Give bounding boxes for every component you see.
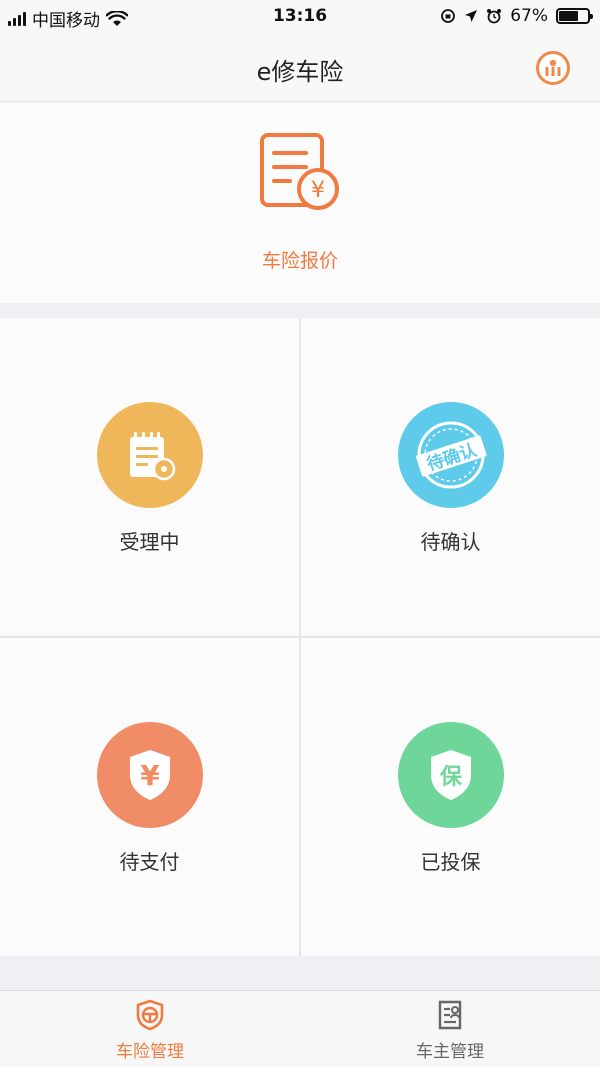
rotation-lock-icon (441, 9, 456, 23)
tab-car-owner-label: 车主管理 (416, 1042, 484, 1062)
battery-fill (559, 11, 578, 21)
grid-item-insured[interactable]: 保 已投保 (301, 638, 600, 956)
nav-bar: e修车险 (0, 34, 600, 102)
stats-button[interactable] (536, 51, 570, 85)
svg-text:¥: ¥ (140, 759, 160, 792)
tab-car-insurance[interactable]: 车险管理 (0, 991, 300, 1067)
status-bar: 中国移动 13:16 67% (0, 0, 600, 34)
chart-circle-icon (545, 59, 561, 76)
status-right: 67% (440, 6, 593, 26)
content-strip (0, 956, 600, 990)
quote-document-yen-icon: ¥ (260, 133, 339, 210)
yen-shield-icon: ¥ (130, 750, 170, 800)
processing-label: 受理中 (119, 530, 180, 554)
battery-icon (556, 8, 593, 24)
notepad-icon (130, 432, 176, 481)
insured-label: 已投保 (420, 850, 481, 874)
processing-icon-circle (97, 402, 203, 508)
insured-icon-circle: 保 (398, 722, 504, 828)
pending-confirm-label: 待确认 (420, 530, 481, 554)
quote-label: 车险报价 (261, 250, 338, 272)
tab-car-owner[interactable]: 车主管理 (300, 991, 600, 1067)
grid-item-processing[interactable]: 受理中 (0, 318, 299, 636)
pending-payment-label: 待支付 (119, 850, 180, 874)
battery-percent: 67% (510, 6, 548, 26)
grid-item-pending-payment[interactable]: ¥ 待支付 (0, 638, 299, 956)
page-title: e修车险 (256, 58, 344, 86)
car-insurance-shield-icon (136, 999, 164, 1031)
svg-text:¥: ¥ (311, 178, 325, 203)
owner-card-icon (438, 1000, 462, 1030)
pending-confirm-icon-circle: 待确认 (398, 402, 504, 508)
insured-shield-icon: 保 (431, 750, 471, 800)
tab-bar: 车险管理 车主管理 (0, 990, 600, 1067)
status-grid: 受理中 待确认 待确认 ¥ 待支付 保 已投保 (0, 318, 600, 956)
tab-car-insurance-label: 车险管理 (116, 1042, 184, 1062)
pending-stamp-icon: 待确认 (416, 421, 487, 489)
alarm-icon (487, 9, 502, 24)
pending-payment-icon-circle: ¥ (97, 722, 203, 828)
grid-item-pending-confirm[interactable]: 待确认 待确认 (301, 318, 600, 636)
quote-section[interactable]: ¥ 车险报价 (0, 103, 600, 303)
shield-text: 保 (439, 765, 463, 790)
location-arrow-icon (465, 10, 478, 22)
